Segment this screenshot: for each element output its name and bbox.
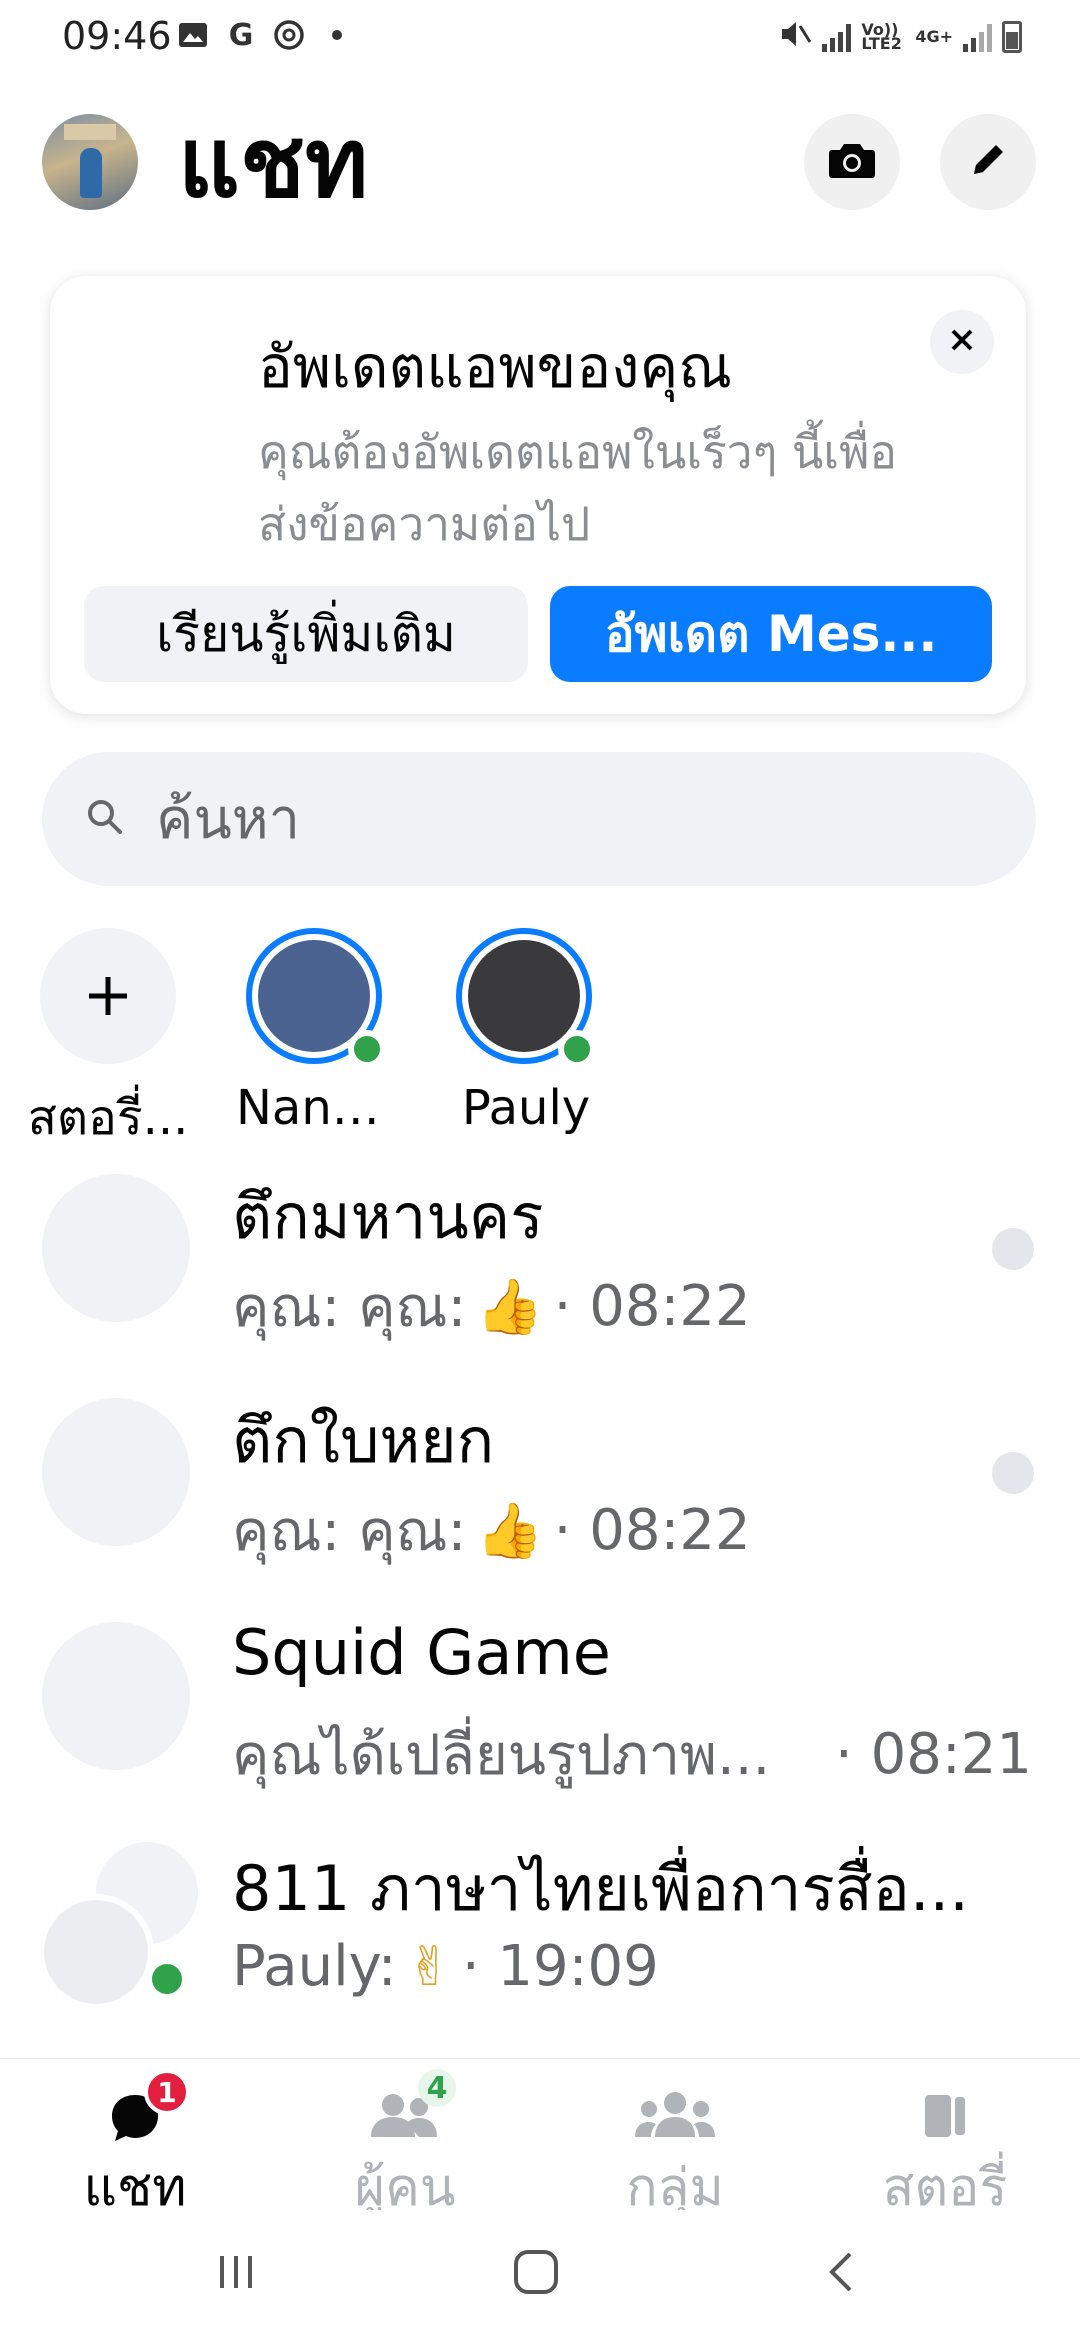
online-indicator: [558, 1030, 596, 1068]
chat-preview-text: คุณ: คุณ:: [232, 1275, 467, 1340]
chat-avatar: [42, 1174, 190, 1322]
chat-time: · 08:22: [553, 1274, 751, 1339]
update-app-card: อัพเดตแอพของคุณ คุณต้องอัพเดตแอพในเร็วๆ …: [50, 276, 1026, 714]
profile-avatar[interactable]: [42, 114, 138, 210]
network-label-secondary: 4G+: [915, 27, 953, 46]
system-navigation-bar: [0, 2210, 1080, 2340]
chat-preview: Pauly: ✌ · 19:09: [232, 1934, 659, 1999]
image-icon: [176, 18, 210, 52]
story-name: Pauly: [461, 1080, 591, 1136]
nav-stories[interactable]: สตอรี่: [810, 2059, 1080, 2218]
chat-row[interactable]: ตึกใบหยก คุณ: คุณ: 👍 · 08:22: [0, 1368, 1080, 1592]
chat-row[interactable]: ตึกมหานคร คุณ: คุณ: 👍 · 08:22: [0, 1144, 1080, 1368]
network-label: Vo)) LTE2: [861, 19, 902, 53]
search-bar[interactable]: [42, 752, 1036, 886]
dot-icon: [320, 18, 354, 52]
battery-icon: [1002, 20, 1022, 53]
thumbs-up-emoji: 👍: [476, 1498, 544, 1562]
bottom-nav: 1 แชท 4 ผู้คน กลุ่ม สตอรี่: [0, 2058, 1080, 2218]
chat-avatar: [42, 1622, 190, 1770]
back-button[interactable]: [820, 2250, 864, 2298]
read-receipt: [992, 1452, 1034, 1494]
story-name: Nanti...: [236, 1080, 396, 1136]
chat-preview-text: คุณได้เปลี่ยนรูปภาพ...: [232, 1723, 771, 1788]
groups-icon: [633, 2089, 717, 2149]
signal-icon-secondary: [963, 22, 992, 52]
chat-preview: คุณ: คุณ: 👍 · 08:22: [232, 1262, 751, 1351]
chat-name: ตึกใบหยก: [232, 1404, 495, 1477]
recent-apps-button[interactable]: [214, 2250, 258, 2298]
chat-time: · 19:09: [461, 1934, 659, 1999]
camera-icon: [828, 140, 876, 184]
status-system-icons: Vo)) LTE2 4G+: [778, 18, 1022, 55]
chat-avatar: [42, 1398, 190, 1546]
nav-groups[interactable]: กลุ่ม: [540, 2059, 810, 2218]
learn-more-button[interactable]: เรียนรู้เพิ่มเติม: [84, 586, 528, 682]
add-story-button[interactable]: [40, 928, 176, 1064]
unread-badge: 1: [144, 2069, 190, 2115]
online-indicator: [146, 1958, 188, 2000]
home-button[interactable]: [512, 2248, 560, 2300]
chat-preview: คุณ: คุณ: 👍 · 08:22: [232, 1486, 751, 1575]
read-receipt: [992, 1228, 1034, 1270]
thumbs-up-emoji: 👍: [476, 1274, 544, 1338]
story-item[interactable]: Pauly: [446, 928, 606, 1140]
pencil-icon: [968, 140, 1008, 184]
chat-name: Squid Game: [232, 1616, 611, 1689]
update-card-title: อัพเดตแอพของคุณ: [258, 333, 733, 401]
close-card-button[interactable]: [930, 310, 994, 374]
status-bar: 09:46 G Vo)) LTE2 4G+: [0, 0, 1080, 70]
active-people-badge: 4: [418, 2069, 456, 2107]
chat-preview: คุณได้เปลี่ยนรูปภาพ... · 08:21: [232, 1710, 1032, 1799]
story-item[interactable]: Nanti...: [236, 928, 396, 1140]
nav-chats[interactable]: 1 แชท: [0, 2059, 270, 2218]
signal-icon: [822, 22, 852, 52]
chat-time: · 08:22: [553, 1498, 751, 1563]
update-card-description: คุณต้องอัพเดตแอพในเร็วๆ นี้เพื่อส่งข้อคว…: [258, 425, 898, 551]
group-avatar-secondary: [38, 1894, 154, 2010]
nav-people[interactable]: 4 ผู้คน: [270, 2059, 540, 2218]
mute-icon: [778, 18, 812, 55]
search-input[interactable]: [156, 782, 976, 856]
plus-icon: [89, 977, 127, 1015]
chat-time: · 08:21: [835, 1722, 1032, 1787]
page-title: แชท: [178, 107, 369, 219]
compose-button[interactable]: [940, 114, 1036, 210]
story-add-label: สตอรี่...: [28, 1090, 188, 1140]
chat-row[interactable]: 811 ภาษาไทยเพื่อการสื่อ... Pauly: ✌ · 19…: [0, 1816, 1080, 2040]
online-indicator: [348, 1030, 386, 1068]
chat-name: ตึกมหานคร: [232, 1180, 544, 1253]
chat-row[interactable]: Squid Game คุณได้เปลี่ยนรูปภาพ... · 08:2…: [0, 1592, 1080, 1816]
camera-button[interactable]: [804, 114, 900, 210]
update-messenger-button[interactable]: อัพเดต Mes...: [550, 586, 992, 682]
threads-icon: [272, 18, 306, 52]
close-icon: [949, 327, 975, 357]
chat-name: 811 ภาษาไทยเพื่อการสื่อ...: [232, 1852, 969, 1925]
google-icon: G: [228, 17, 254, 53]
status-time: 09:46: [62, 14, 172, 58]
stories-icon: [917, 2089, 973, 2149]
story-add[interactable]: สตอรี่...: [28, 928, 188, 1140]
victory-hand-emoji: ✌: [406, 1935, 452, 1998]
chat-preview-text: Pauly:: [232, 1934, 397, 1999]
status-notification-icons: G: [176, 17, 354, 53]
chat-preview-text: คุณ: คุณ:: [232, 1499, 467, 1564]
search-icon: [84, 796, 126, 842]
